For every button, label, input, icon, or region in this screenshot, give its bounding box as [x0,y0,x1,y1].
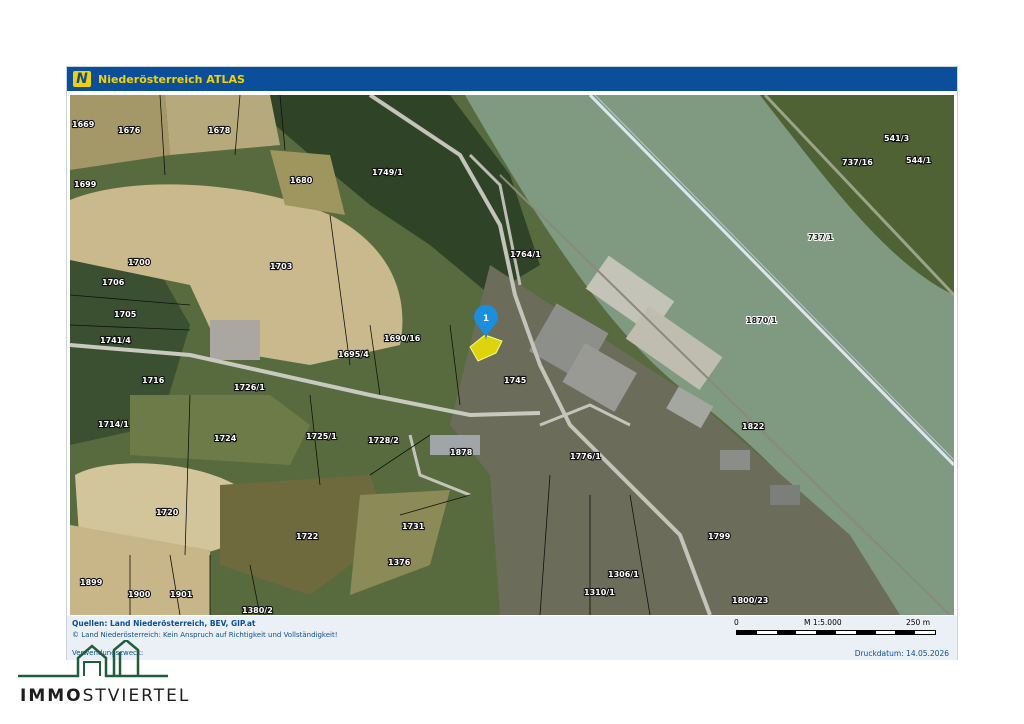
parcel-label: 1725/1 [306,432,337,441]
parcel-label: 1720 [156,508,179,517]
parcel-label: 1699 [74,180,97,189]
parcel-label: 737/1 [808,233,834,242]
brand-logo: IMMOSTVIERTEL [18,638,218,710]
print-date: Druckdatum: 14.05.2026 [854,649,949,658]
parcel-label: 1901 [170,590,193,599]
parcel-label: 1749/1 [372,168,403,177]
scale-end: 250 m [906,618,931,627]
parcel-label: 1705 [114,310,137,319]
parcel-label: 1306/1 [608,570,639,579]
scale-bar: 0 M 1:5.000 250 m [734,618,949,644]
scale-start: 0 [734,618,739,627]
parcel-label: 737/16 [842,158,873,167]
aerial-map[interactable]: 1 1669 1676 1678 1680 1699 1749/1 541/3 … [70,95,954,615]
title-bar: N Niederösterreich ATLAS [67,67,957,91]
parcel-label: 544/1 [906,156,932,165]
parcel-label: 1741/4 [100,336,131,345]
parcel-label: 541/3 [884,134,909,143]
scale-bar-graphic [736,630,936,635]
parcel-label: 1714/1 [98,420,129,429]
brand-name: IMMOSTVIERTEL [20,686,191,706]
parcel-label: 1680 [290,176,313,185]
atlas-frame: N Niederösterreich ATLAS 1 1669 1676 167… [66,66,958,660]
parcel-label: 1800/23 [732,596,768,605]
parcel-label: 1703 [270,262,292,271]
parcel-label: 1716 [142,376,165,385]
parcel-label: 1764/1 [510,250,541,259]
parcel-label: 1870/1 [746,316,777,325]
sources-text: Quellen: Land Niederösterreich, BEV, GIP… [72,619,256,628]
parcel-label: 1310/1 [584,588,615,597]
parcel-label: 1776/1 [570,452,601,461]
scale-ratio: M 1:5.000 [804,618,842,627]
parcel-label: 1678 [208,126,231,135]
parcel-label: 1706 [102,278,125,287]
parcel-label: 1724 [214,434,237,443]
parcel-label: 1899 [80,578,103,587]
parcel-label: 1722 [296,532,318,541]
parcel-label: 1878 [450,448,473,457]
copyright-text: © Land Niederösterreich: Kein Anspruch a… [72,631,338,639]
parcel-label: 1731 [402,522,425,531]
parcel-label: 1799 [708,532,731,541]
parcel-label: 1900 [128,590,151,599]
parcel-label: 1745 [504,376,527,385]
house-outline-icon [18,638,168,678]
marker-label: 1 [483,314,489,324]
window-title: Niederösterreich ATLAS [98,72,245,86]
parcel-label: 1728/2 [368,436,399,445]
parcel-label: 1822 [742,422,764,431]
noe-logo-icon: N [73,71,91,87]
parcel-label: 1669 [72,120,95,129]
parcel-label: 1690/16 [384,334,421,343]
map-canvas[interactable]: 1 1669 1676 1678 1680 1699 1749/1 541/3 … [70,95,954,615]
parcel-label: 1695/4 [338,350,369,359]
parcel-label: 1376 [388,558,411,567]
parcel-label: 1380/2 [242,606,273,615]
parcel-label: 1726/1 [234,383,265,392]
parcel-label: 1700 [128,258,151,267]
parcel-label: 1676 [118,126,141,135]
